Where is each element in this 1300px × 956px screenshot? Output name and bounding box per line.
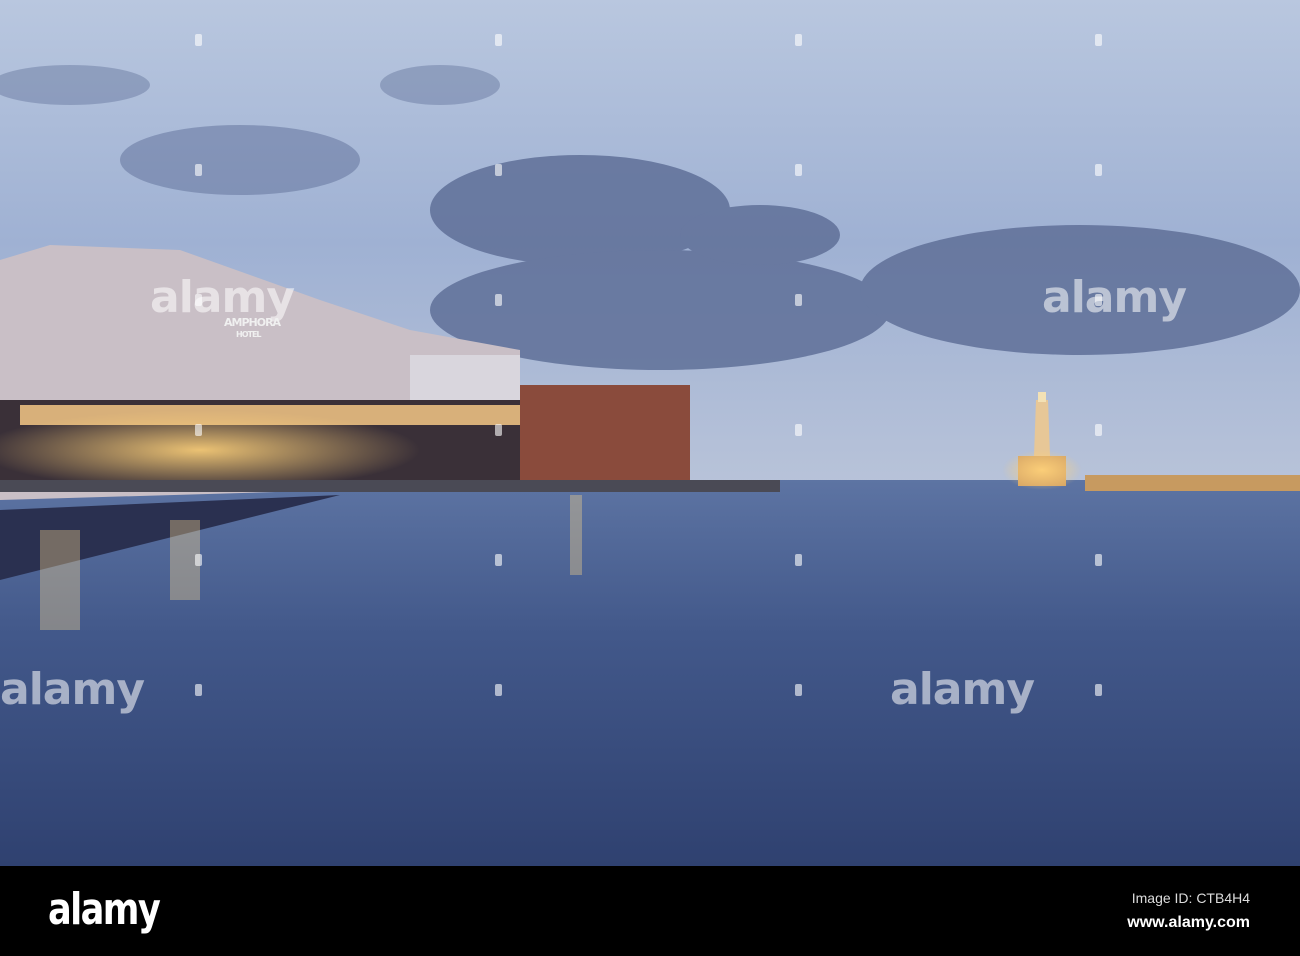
image-id: Image ID: CTB4H4 [1131,890,1250,906]
watermark-dot [795,294,802,306]
watermark-dot [195,34,202,46]
watermark-dot [795,554,802,566]
watermark-dot [1095,424,1102,436]
watermark: alamy [1042,272,1187,323]
watermark-dot [495,34,502,46]
watermark-dot [195,164,202,176]
site-url: www.alamy.com [1127,914,1250,931]
watermark-dot [495,424,502,436]
watermark-dot [495,294,502,306]
footer-bar: alamy Image ID: CTB4H4 www.alamy.com [0,866,1300,956]
watermark-dot [495,164,502,176]
watermark: alamy [0,664,145,715]
watermark-dot [1095,34,1102,46]
watermark: alamy [890,664,1035,715]
hotel-sign-sub: HOTEL [236,330,261,339]
watermark-dot [195,294,202,306]
watermark-dot [1095,164,1102,176]
hotel-sign: AMPHORA [224,316,281,329]
watermark-dot [795,34,802,46]
watermark-dot [195,684,202,696]
watermark-dot [1095,684,1102,696]
alamy-logo: alamy [48,884,161,935]
watermark-dot [195,554,202,566]
watermark-dot [495,554,502,566]
watermark-dot [495,684,502,696]
watermark-dot [795,684,802,696]
watermark-dot [1095,294,1102,306]
photo: alamy alamy alamy alamy AMPHORA HOTEL al… [0,0,1300,956]
watermark-dot [795,424,802,436]
watermark-dot [1095,554,1102,566]
watermark-dot [795,164,802,176]
watermark-dot [195,424,202,436]
